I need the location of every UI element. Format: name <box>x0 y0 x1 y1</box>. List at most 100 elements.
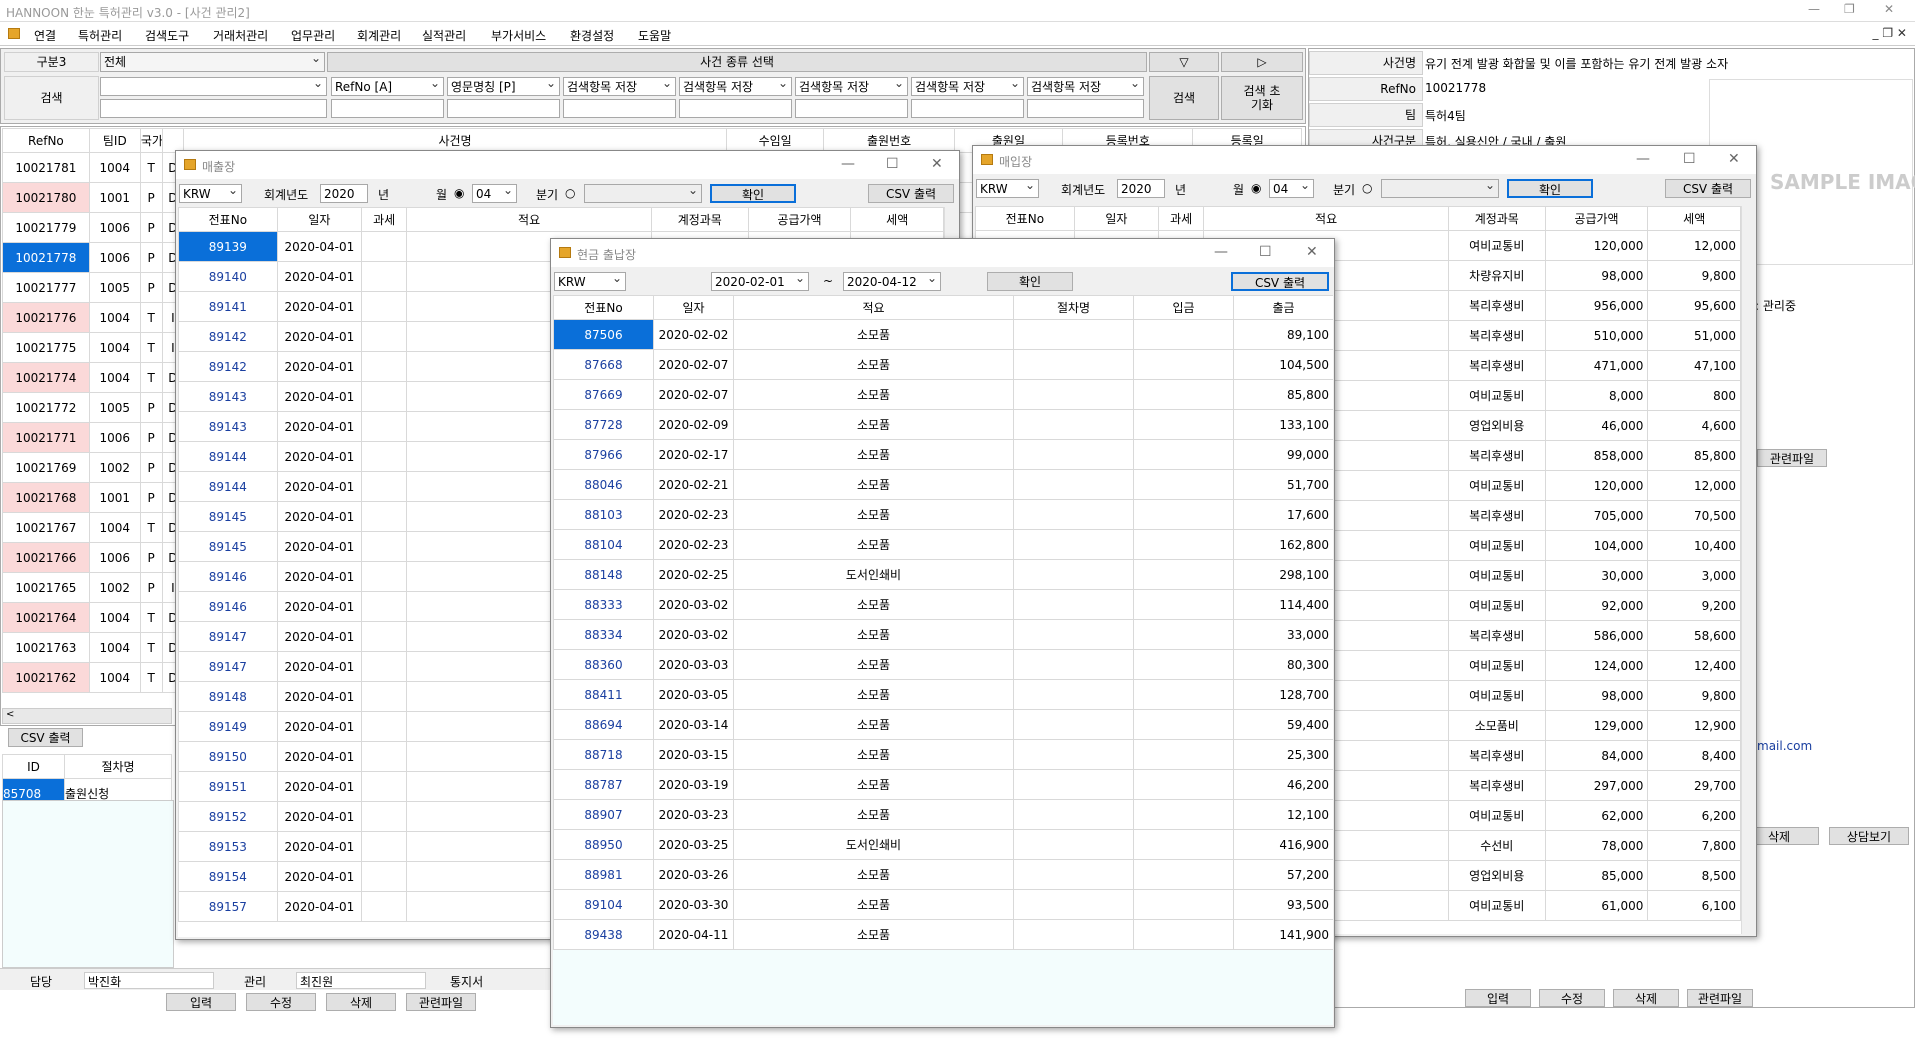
expand-right-button[interactable]: ▷ <box>1221 52 1303 72</box>
detail-files2-button[interactable]: 관련파일 <box>1687 989 1753 1007</box>
main-csv-button[interactable]: CSV 출력 <box>8 728 83 747</box>
main-files-button[interactable]: 관련파일 <box>406 993 476 1011</box>
account-cell[interactable]: 복리후생비 <box>1447 500 1546 531</box>
desc-cell[interactable]: 소모품 <box>733 739 1014 770</box>
table-cell[interactable]: 1006 <box>88 212 141 243</box>
table-cell[interactable]: 10021763 <box>2 632 90 663</box>
table-cell[interactable]: 1002 <box>88 572 141 603</box>
voucher-cell[interactable]: 89154 <box>178 861 278 892</box>
cash-to-date[interactable]: 2020-04-12 <box>843 269 941 291</box>
date-cell[interactable]: 2020-04-01 <box>276 321 363 352</box>
table-row[interactable]: 88104 2020-02-23 소모품 162,800 <box>553 529 1333 560</box>
procedure-cell[interactable] <box>1013 319 1134 350</box>
table-row[interactable]: 88103 2020-02-23 소모품 17,600 <box>553 499 1333 530</box>
table-row[interactable]: 88333 2020-03-02 소모품 114,400 <box>553 589 1333 620</box>
voucher-cell[interactable]: 87669 <box>553 379 654 410</box>
detail-delete2-button[interactable]: 삭제 <box>1613 989 1679 1007</box>
table-cell[interactable]: P <box>139 482 163 513</box>
close-icon[interactable]: ✕ <box>1728 151 1740 167</box>
deposit-cell[interactable] <box>1133 619 1234 650</box>
tax-cell[interactable] <box>361 711 408 742</box>
voucher-cell[interactable]: 88104 <box>553 529 654 560</box>
tax-cell[interactable]: 12,400 <box>1647 650 1741 681</box>
deposit-cell[interactable] <box>1133 439 1234 470</box>
account-cell[interactable]: 여비교통비 <box>1447 590 1546 621</box>
tax-cell[interactable]: 3,000 <box>1647 560 1741 591</box>
withdraw-cell[interactable]: 89,100 <box>1233 319 1333 350</box>
account-cell[interactable]: 여비교통비 <box>1447 800 1546 831</box>
cash-currency-select[interactable]: KRW <box>554 269 626 291</box>
amount-cell[interactable]: 92,000 <box>1544 590 1649 621</box>
date-cell[interactable]: 2020-03-25 <box>653 829 734 860</box>
voucher-cell[interactable]: 89157 <box>178 891 278 922</box>
deposit-cell[interactable] <box>1133 919 1234 950</box>
desc-cell[interactable]: 소모품 <box>733 439 1014 470</box>
date-cell[interactable]: 2020-04-01 <box>276 711 363 742</box>
table-row[interactable]: 88981 2020-03-26 소모품 57,200 <box>553 859 1333 890</box>
table-row[interactable]: 88950 2020-03-25 도서인쇄비 416,900 <box>553 829 1333 860</box>
table-cell[interactable]: 1006 <box>88 542 141 573</box>
tax-cell[interactable] <box>361 441 408 472</box>
voucher-cell[interactable]: 89151 <box>178 771 278 802</box>
purchase-month-select[interactable]: 04 <box>1269 176 1314 198</box>
table-cell[interactable]: T <box>139 512 163 543</box>
table-cell[interactable]: P <box>139 572 163 603</box>
tax-cell[interactable] <box>361 291 408 322</box>
expand-down-button[interactable]: ▽ <box>1149 52 1219 72</box>
table-cell[interactable]: 1001 <box>88 182 141 213</box>
procedure-cell[interactable] <box>1013 559 1134 590</box>
amount-cell[interactable]: 84,000 <box>1544 740 1649 771</box>
table-row[interactable]: 88411 2020-03-05 소모품 128,700 <box>553 679 1333 710</box>
voucher-cell[interactable]: 88103 <box>553 499 654 530</box>
desc-cell[interactable]: 소모품 <box>733 379 1014 410</box>
desc-cell[interactable]: 소모품 <box>733 319 1014 350</box>
search-field-0-select[interactable] <box>100 74 327 96</box>
procedure-cell[interactable] <box>1013 379 1134 410</box>
amount-cell[interactable]: 586,000 <box>1544 620 1649 651</box>
tax-cell[interactable]: 9,800 <box>1647 680 1741 711</box>
account-cell[interactable]: 여비교통비 <box>1447 380 1546 411</box>
minimize-icon[interactable]: — <box>841 156 855 172</box>
desc-cell[interactable]: 소모품 <box>733 889 1014 920</box>
procedure-cell[interactable] <box>1013 859 1134 890</box>
table-cell[interactable]: P <box>139 422 163 453</box>
table-cell[interactable]: 1004 <box>88 662 141 693</box>
procedure-cell[interactable] <box>1013 739 1134 770</box>
withdraw-cell[interactable]: 298,100 <box>1233 559 1333 590</box>
tax-cell[interactable]: 29,700 <box>1647 770 1741 801</box>
date-cell[interactable]: 2020-02-02 <box>653 319 734 350</box>
desc-cell[interactable]: 소모품 <box>733 679 1014 710</box>
deposit-cell[interactable] <box>1133 589 1234 620</box>
voucher-cell[interactable]: 88981 <box>553 859 654 890</box>
account-cell[interactable]: 여비교통비 <box>1447 230 1546 261</box>
minimize-icon[interactable]: — <box>1808 2 1820 16</box>
account-cell[interactable]: 복리후생비 <box>1447 740 1546 771</box>
close-icon[interactable]: ✕ <box>1306 244 1318 260</box>
amount-cell[interactable]: 510,000 <box>1544 320 1649 351</box>
scroll-left-icon[interactable]: < <box>6 709 14 720</box>
table-cell[interactable]: 1006 <box>88 422 141 453</box>
minimize-icon[interactable]: — <box>1214 244 1228 260</box>
table-cell[interactable]: P <box>139 542 163 573</box>
table-cell[interactable]: 10021766 <box>2 542 90 573</box>
table-cell[interactable]: T <box>139 332 163 363</box>
withdraw-cell[interactable]: 114,400 <box>1233 589 1333 620</box>
tax-cell[interactable]: 70,500 <box>1647 500 1741 531</box>
table-cell[interactable]: 1006 <box>88 242 141 273</box>
table-cell[interactable]: 1002 <box>88 452 141 483</box>
table-cell[interactable]: 10021762 <box>2 662 90 693</box>
maximize-icon[interactable]: ☐ <box>1683 151 1696 167</box>
table-row[interactable]: 88360 2020-03-03 소모품 80,300 <box>553 649 1333 680</box>
date-cell[interactable]: 2020-04-01 <box>276 411 363 442</box>
procedure-cell[interactable] <box>1013 409 1134 440</box>
tax-cell[interactable] <box>361 471 408 502</box>
table-row[interactable]: 87966 2020-02-17 소모품 99,000 <box>553 439 1333 470</box>
withdraw-cell[interactable]: 51,700 <box>1233 469 1333 500</box>
voucher-cell[interactable]: 89143 <box>178 411 278 442</box>
withdraw-cell[interactable]: 17,600 <box>1233 499 1333 530</box>
search-field-5-select[interactable]: 검색항목 저장 <box>795 74 908 96</box>
date-cell[interactable]: 2020-03-15 <box>653 739 734 770</box>
table-row[interactable]: 88148 2020-02-25 도서인쇄비 298,100 <box>553 559 1333 590</box>
tax-cell[interactable]: 7,800 <box>1647 830 1741 861</box>
tax-cell[interactable] <box>361 231 408 262</box>
